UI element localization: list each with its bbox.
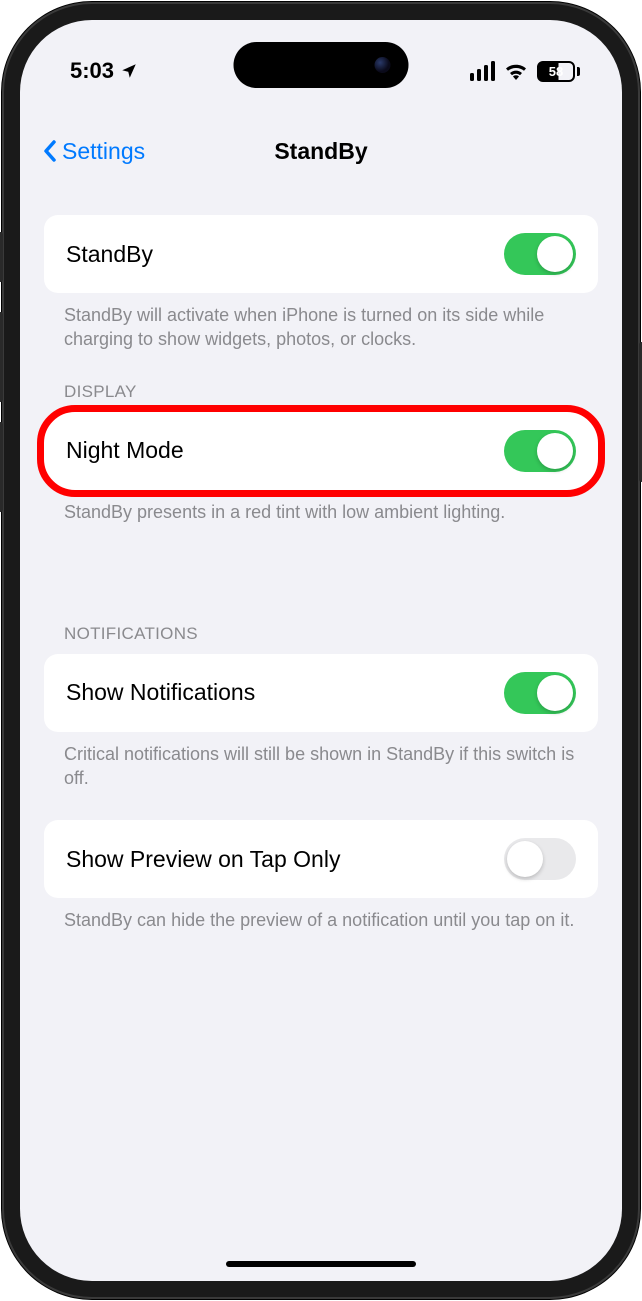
back-button[interactable]: Settings	[42, 138, 145, 165]
show-preview-footer: StandBy can hide the preview of a notifi…	[44, 898, 598, 932]
display-group: DISPLAY Night Mode StandBy presents in a…	[44, 382, 598, 524]
cellular-signal-icon	[470, 61, 496, 81]
dynamic-island	[234, 42, 409, 88]
show-preview-row[interactable]: Show Preview on Tap Only	[44, 820, 598, 898]
front-camera	[375, 57, 391, 73]
show-notifications-footer: Critical notifications will still be sho…	[44, 732, 598, 791]
show-preview-label: Show Preview on Tap Only	[66, 846, 340, 873]
volume-up-button	[0, 312, 3, 402]
night-mode-footer: StandBy presents in a red tint with low …	[44, 490, 598, 524]
chevron-left-icon	[42, 139, 58, 163]
status-time: 5:03	[70, 58, 114, 84]
settings-content: StandBy StandBy will activate when iPhon…	[20, 195, 622, 1281]
night-mode-toggle[interactable]	[504, 430, 576, 472]
show-preview-toggle[interactable]	[504, 838, 576, 880]
phone-frame: 5:03 58 Settings StandBy	[2, 2, 640, 1299]
standby-footer: StandBy will activate when iPhone is tur…	[44, 293, 598, 352]
location-icon	[120, 62, 138, 80]
night-mode-row[interactable]: Night Mode	[44, 412, 598, 490]
night-mode-label: Night Mode	[66, 437, 184, 464]
back-label: Settings	[62, 138, 145, 165]
notifications-group: NOTIFICATIONS Show Notifications Critica…	[44, 624, 598, 791]
battery-percent: 58	[549, 64, 563, 79]
volume-down-button	[0, 422, 3, 512]
show-notifications-toggle[interactable]	[504, 672, 576, 714]
show-notifications-row[interactable]: Show Notifications	[44, 654, 598, 732]
home-indicator[interactable]	[226, 1261, 416, 1267]
show-notifications-label: Show Notifications	[66, 679, 255, 706]
screen: 5:03 58 Settings StandBy	[20, 20, 622, 1281]
nav-bar: Settings StandBy	[20, 120, 622, 182]
standby-label: StandBy	[66, 241, 153, 268]
page-title: StandBy	[274, 138, 367, 165]
silent-switch	[0, 232, 3, 282]
notifications-header: NOTIFICATIONS	[44, 624, 598, 654]
wifi-icon	[504, 62, 528, 80]
display-header: DISPLAY	[44, 382, 598, 412]
battery-indicator: 58	[537, 61, 580, 82]
standby-row[interactable]: StandBy	[44, 215, 598, 293]
standby-toggle[interactable]	[504, 233, 576, 275]
preview-group: Show Preview on Tap Only StandBy can hid…	[44, 820, 598, 932]
standby-group: StandBy StandBy will activate when iPhon…	[44, 215, 598, 352]
